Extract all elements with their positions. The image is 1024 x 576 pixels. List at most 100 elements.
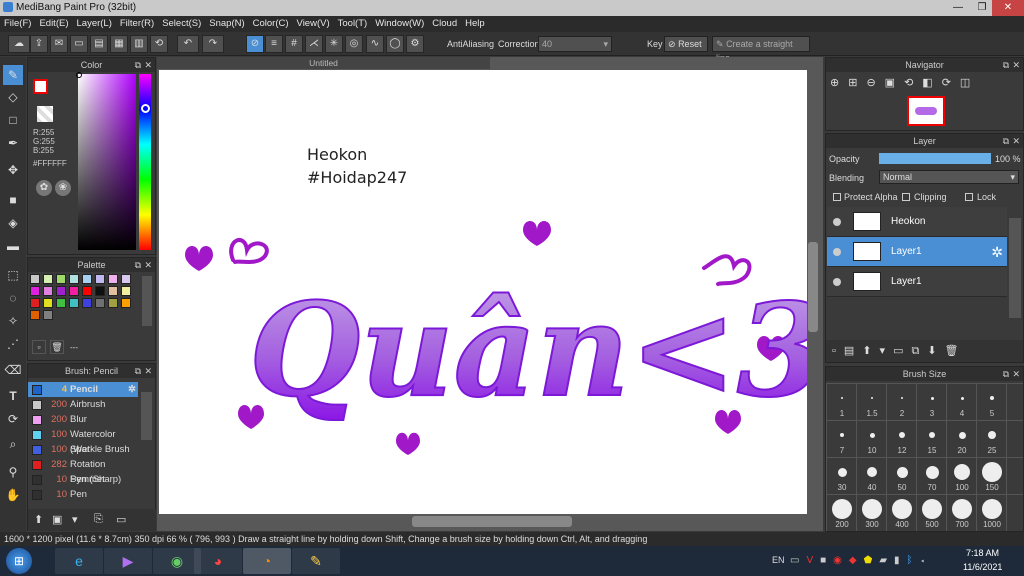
brush-list-item[interactable]: 200 Airbrush [28, 397, 138, 412]
layer-folder-icon[interactable]: ▭ [893, 345, 911, 357]
menu-item[interactable]: Snap(N) [205, 16, 248, 32]
undock-icon[interactable]: ⧉ [1003, 58, 1009, 72]
start-button[interactable]: ⊞ [6, 548, 32, 574]
trash-icon[interactable]: 🗑 [50, 340, 64, 354]
menu-item[interactable]: Edit(E) [35, 16, 72, 32]
palette-swatch[interactable] [95, 274, 105, 284]
palette-swatch[interactable] [43, 274, 53, 284]
curve-snap-icon[interactable]: ∿ [366, 35, 384, 53]
hue-slider[interactable] [139, 74, 151, 250]
tray-shield-icon[interactable]: ⬟ [864, 555, 880, 566]
undock-icon[interactable]: ⧉ [1003, 134, 1009, 148]
fit-window-icon[interactable]: ▣ [885, 77, 904, 89]
brush-size-option[interactable]: 30 [827, 461, 857, 492]
visual-studio-taskbar-icon[interactable]: ▶ [104, 548, 152, 574]
zoom-out-icon[interactable]: ⊖ [866, 77, 884, 89]
menu-item[interactable]: Color(C) [249, 16, 293, 32]
foreground-color-swatch[interactable] [33, 79, 48, 94]
paint-taskbar-icon[interactable]: ✎ [292, 548, 340, 574]
rect-fill-tool-icon[interactable]: ■ [3, 190, 23, 210]
palette-swatch[interactable] [121, 298, 131, 308]
palette-swatch[interactable] [108, 274, 118, 284]
snap-off-icon[interactable]: ⊘ [246, 35, 264, 53]
navigator-preview[interactable] [907, 96, 945, 126]
brush-copy-icon[interactable]: ⎘ [94, 513, 103, 526]
palette-swatch[interactable] [95, 298, 105, 308]
clock-date[interactable]: 11/6/2021 [963, 562, 1002, 572]
lock-checkbox[interactable] [965, 193, 973, 201]
brush-size-option[interactable]: 7 [827, 424, 857, 455]
palette-swatch[interactable] [56, 274, 66, 284]
palette-swatch[interactable] [56, 298, 66, 308]
palette-icon[interactable]: ✿ [36, 180, 52, 196]
parallel-snap-icon[interactable]: ≡ [265, 35, 283, 53]
tray-volume-icon[interactable]: ◂ [920, 555, 933, 566]
brush-options-icon[interactable]: ▣ [52, 513, 62, 526]
gradient-tool-icon[interactable]: ▬ [3, 236, 23, 256]
palette-swatch[interactable] [82, 274, 92, 284]
clock-time[interactable]: 7:18 AM [966, 548, 999, 558]
undock-icon[interactable]: ⧉ [135, 364, 141, 378]
pen-tool-icon[interactable]: ✒ [3, 133, 23, 153]
magic-wand-tool-icon[interactable]: ✧ [3, 311, 23, 331]
layer-scrollbar[interactable] [1009, 218, 1021, 318]
palette-swatch[interactable] [30, 274, 40, 284]
brush-size-option[interactable]: 70 [917, 461, 947, 492]
brush-size-option[interactable]: 100 [947, 461, 977, 492]
tray-app-icon[interactable]: ■ [820, 555, 833, 566]
lasso-tool-icon[interactable]: ◌ [3, 288, 23, 308]
document-icon[interactable]: ▤ [90, 35, 108, 53]
new-swatch-icon[interactable]: ▫ [32, 340, 46, 354]
brush-size-option[interactable]: 12 [887, 424, 917, 455]
straight-line-button[interactable]: ✎ Create a straight line [712, 36, 810, 63]
brush-list-item[interactable]: 100 Watercolor (Wet [28, 427, 138, 455]
brush-size-option[interactable]: 300 [857, 498, 887, 529]
vertical-scrollbar[interactable] [808, 242, 818, 332]
brush-size-option[interactable]: 40 [857, 461, 887, 492]
rotate-right-icon[interactable]: ⟳ [942, 77, 960, 89]
chrome-taskbar-icon[interactable]: ◕ [194, 548, 242, 574]
color-wheel-icon[interactable]: ❀ [55, 180, 71, 196]
brush-list-item[interactable]: 282 Rotation Symmet [28, 457, 138, 485]
palette-swatch[interactable] [43, 298, 53, 308]
chat-icon[interactable]: ▭ [70, 35, 88, 53]
correction-dropdown[interactable]: 40 ▾ [538, 36, 612, 52]
redo-icon[interactable]: ↷ [202, 35, 224, 53]
clipping-checkbox[interactable] [902, 193, 910, 201]
protect-alpha-checkbox[interactable] [833, 193, 841, 201]
medibang-taskbar-icon[interactable]: ◔ [243, 548, 291, 574]
menu-item[interactable]: Help [461, 16, 489, 32]
menu-item[interactable]: Window(W) [371, 16, 428, 32]
brush-size-option[interactable]: 50 [887, 461, 917, 492]
rotate-left-icon[interactable]: ⟲ [904, 77, 922, 89]
layer-row[interactable]: Layer1 ✲ [827, 237, 1007, 267]
eyedropper-tool-icon[interactable]: ⌕ [3, 434, 23, 454]
sheet-icon[interactable]: ▥ [130, 35, 148, 53]
eraser-tool-icon[interactable]: ◇ [3, 87, 23, 107]
settings-snap-icon[interactable]: ⚙ [406, 35, 424, 53]
brush-size-option[interactable]: 25 [977, 424, 1007, 455]
canvas-tab[interactable]: Untitled [157, 57, 490, 69]
visibility-icon[interactable] [833, 248, 841, 256]
saturation-value-picker[interactable] [78, 74, 136, 250]
brush-list-item[interactable]: 4 Pencil ✲ [28, 382, 138, 397]
brush-list-item[interactable]: 10 Pen (Sharp) [28, 472, 138, 487]
brush-size-option[interactable]: 20 [947, 424, 977, 455]
layer-row[interactable]: Heokon [827, 207, 1007, 237]
palette-swatch[interactable] [108, 286, 118, 296]
move-tool-icon[interactable]: ✥ [3, 160, 23, 180]
bucket-tool-icon[interactable]: ◈ [3, 213, 23, 233]
brush-folder-icon[interactable]: ▭ [116, 513, 126, 526]
brush-size-option[interactable]: 500 [917, 498, 947, 529]
brush-size-option[interactable]: 1000 [977, 498, 1007, 529]
gear-icon[interactable]: ✲ [991, 244, 1003, 261]
brush-size-option[interactable]: 10 [857, 424, 887, 455]
new-layer-folder-icon[interactable]: ⬆ [862, 345, 879, 357]
hue-slider-handle[interactable] [141, 104, 150, 113]
menu-item[interactable]: Tool(T) [334, 16, 372, 32]
brush-size-option[interactable]: 3 [917, 387, 947, 418]
rotate-icon[interactable]: ⟲ [150, 35, 168, 53]
duplicate-layer-icon[interactable]: ⧉ [911, 345, 927, 357]
circle-snap-icon[interactable]: ◎ [345, 35, 363, 53]
add-brush-icon[interactable]: ⬆ [34, 513, 43, 526]
